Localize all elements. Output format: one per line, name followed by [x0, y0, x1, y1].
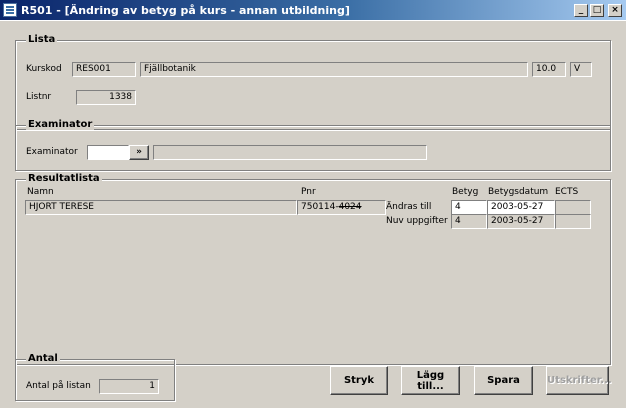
spara-button[interactable]: Spara [474, 366, 533, 395]
examinator-name-field [153, 145, 427, 160]
antal-group: Antal Antal på listan 1 [15, 353, 175, 401]
andras-ects-field [555, 200, 591, 215]
antal-field: 1 [99, 379, 159, 394]
result-row-name[interactable]: HJORT TERESE [25, 200, 297, 215]
lagg-till-button[interactable]: Lägg till... [401, 366, 460, 395]
col-header-betygsdatum: Betygsdatum [488, 187, 549, 197]
resultatlista-group: Resultatlista Namn Pnr HJORT TERESE 7501… [15, 173, 611, 365]
listnr-field: 1338 [76, 90, 136, 105]
antal-legend: Antal [26, 353, 60, 364]
andras-betyg-input[interactable]: 4 [451, 200, 487, 215]
maximize-button[interactable]: □ [590, 3, 604, 17]
examinator-label: Examinator [26, 147, 78, 157]
col-header-betyg: Betyg [452, 187, 479, 197]
close-button[interactable]: × [608, 3, 622, 17]
pnr-start: 750114- [301, 202, 339, 212]
lista-legend: Lista [26, 34, 58, 45]
examinator-lookup-button[interactable]: » [129, 145, 149, 160]
resultatlista-legend: Resultatlista [26, 173, 102, 184]
kurskod-field: RES001 [72, 62, 136, 77]
minimize-button[interactable]: _ [574, 3, 588, 17]
examinator-legend: Examinator [26, 119, 95, 130]
result-row-pnr[interactable]: 750114-4024 [297, 200, 386, 215]
unit-field: V [570, 62, 592, 77]
lista-group: Lista Kurskod RES001 Fjällbotanik 10.0 V… [15, 34, 611, 130]
andras-till-label: Ändras till [386, 202, 432, 212]
window-title: R501 - [Ändring av betyg på kurs - annan… [21, 3, 350, 17]
col-header-namn: Namn [27, 187, 54, 197]
window-client: Lista Kurskod RES001 Fjällbotanik 10.0 V… [0, 20, 626, 408]
points-field: 10.0 [532, 62, 566, 77]
app-icon [3, 3, 17, 17]
course-name-field: Fjällbotanik [140, 62, 528, 77]
nuv-ects-field [555, 214, 591, 229]
utskrifter-button: Utskrifter... [546, 366, 612, 395]
nuv-datum-field: 2003-05-27 [487, 214, 555, 229]
col-header-ects: ECTS [555, 187, 579, 197]
stryk-button[interactable]: Stryk [330, 366, 388, 395]
andras-datum-input[interactable]: 2003-05-27 [487, 200, 555, 215]
result-row[interactable]: HJORT TERESE 750114-4024 [25, 200, 386, 215]
pnr-end: 4024 [338, 202, 362, 212]
antal-label: Antal på listan [26, 381, 91, 391]
nuv-betyg-field: 4 [451, 214, 487, 229]
kurskod-label: Kurskod [26, 64, 62, 74]
col-header-pnr: Pnr [301, 187, 316, 197]
examinator-group: Examinator Examinator » [15, 119, 611, 171]
nuv-uppgifter-label: Nuv uppgifter [386, 216, 448, 226]
examinator-code-input[interactable] [87, 145, 129, 160]
window-titlebar[interactable]: R501 - [Ändring av betyg på kurs - annan… [0, 0, 626, 20]
listnr-label: Listnr [26, 92, 52, 102]
